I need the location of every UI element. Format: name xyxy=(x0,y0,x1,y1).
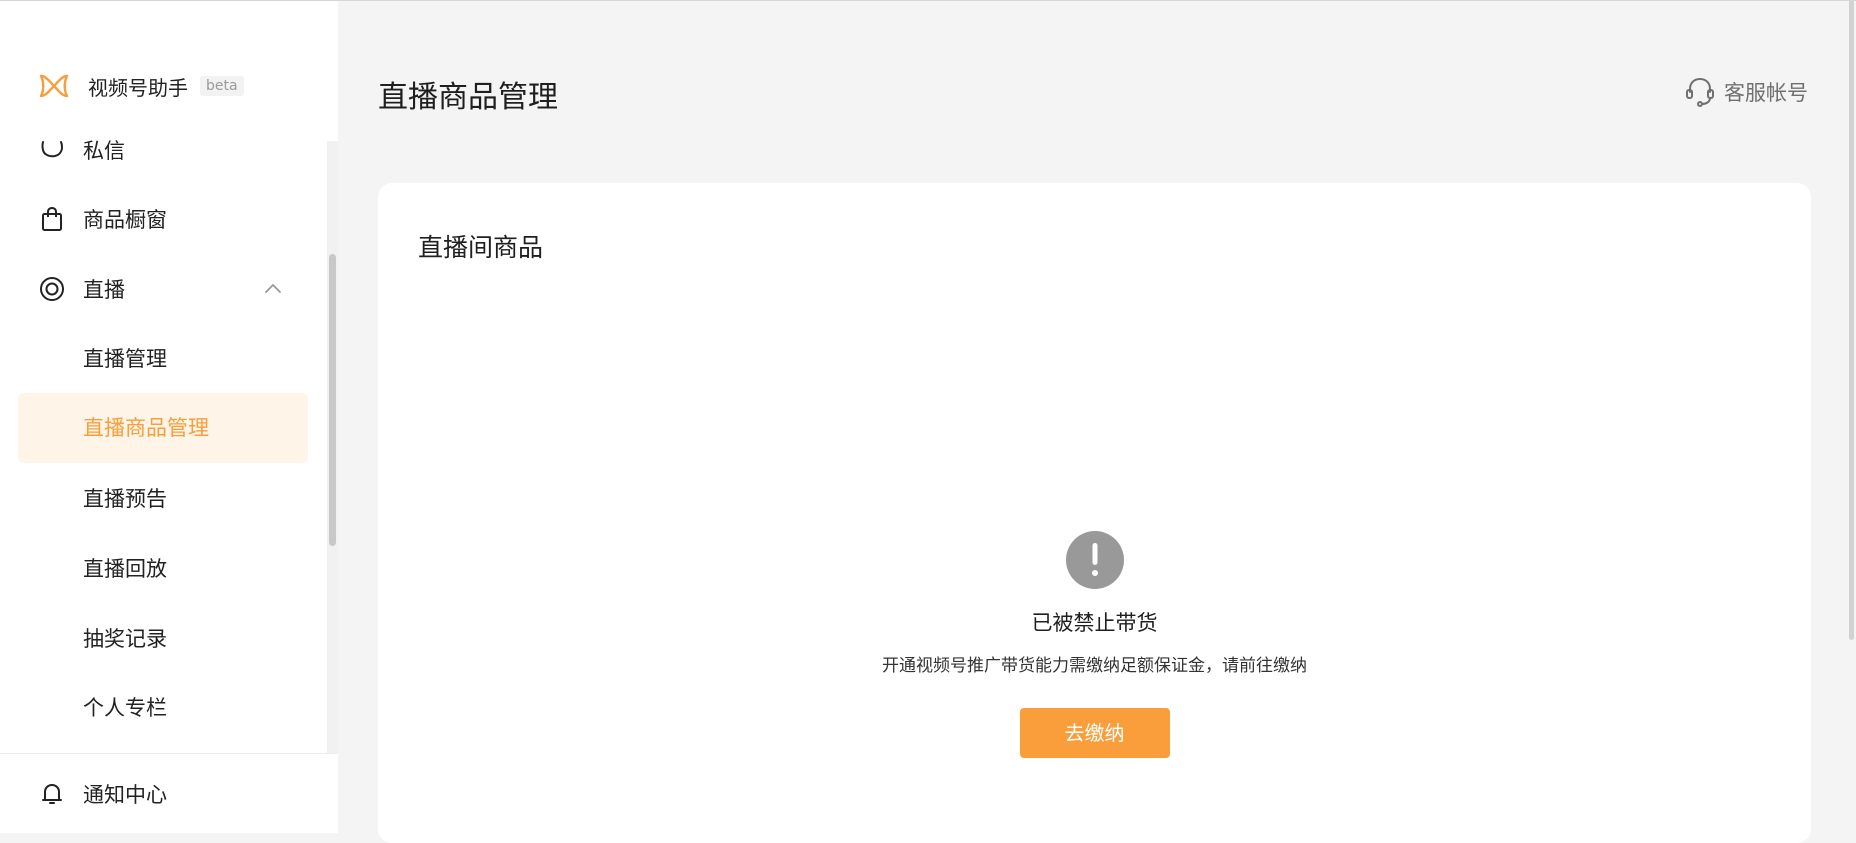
exclamation-icon xyxy=(1065,531,1124,589)
sidebar-footer: 通知中心 xyxy=(0,753,338,833)
sidebar-item-label: 私信 xyxy=(83,139,125,163)
sidebar-item-label: 商品橱窗 xyxy=(83,208,167,232)
sidebar-item-label: 个人专栏 xyxy=(83,696,167,720)
page-scrollbar-thumb[interactable] xyxy=(1849,0,1854,640)
customer-service-label: 客服帐号 xyxy=(1724,81,1808,105)
page-title: 直播商品管理 xyxy=(378,80,558,115)
chevron-up-icon[interactable] xyxy=(262,278,284,300)
window-top-border xyxy=(0,0,1856,1)
channels-logo-icon xyxy=(39,74,69,98)
sidebar-item-label: 直播管理 xyxy=(83,347,167,371)
headset-icon xyxy=(1686,77,1714,107)
empty-state-title: 已被禁止带货 xyxy=(1031,611,1158,635)
sidebar-item-personal-column[interactable]: 个人专栏 xyxy=(0,672,338,742)
empty-state-description: 开通视频号推广带货能力需缴纳足额保证金，请前往缴纳 xyxy=(882,656,1307,676)
live-products-card: 直播间商品 已被禁止带货 开通视频号推广带货能力需缴纳足额保证金，请前往缴纳 去… xyxy=(378,183,1811,843)
customer-service-link[interactable]: 客服帐号 xyxy=(1684,74,1808,110)
chat-bubble-icon xyxy=(41,141,64,158)
sidebar-item-label: 通知中心 xyxy=(83,783,167,807)
brand[interactable]: 视频号助手 beta xyxy=(38,68,244,104)
sidebar-item-label: 直播回放 xyxy=(83,557,167,581)
empty-state: 已被禁止带货 开通视频号推广带货能力需缴纳足额保证金，请前往缴纳 去缴纳 xyxy=(378,531,1811,758)
sidebar-item-lottery-records[interactable]: 抽奖记录 xyxy=(0,603,338,673)
beta-badge: beta xyxy=(200,76,244,96)
sidebar-item-live-product-management[interactable]: 直播商品管理 xyxy=(18,393,308,463)
sidebar-item-notifications[interactable]: 通知中心 xyxy=(0,754,338,833)
sidebar-item-showcase[interactable]: 商品橱窗 xyxy=(0,184,338,254)
pay-deposit-button[interactable]: 去缴纳 xyxy=(1019,708,1170,758)
live-circle-icon xyxy=(40,277,64,301)
sidebar-item-label: 直播预告 xyxy=(83,487,167,511)
brand-name: 视频号助手 xyxy=(88,75,188,100)
card-title: 直播间商品 xyxy=(418,233,544,262)
sidebar-item-label: 抽奖记录 xyxy=(83,627,167,651)
sidebar-item-label: 直播 xyxy=(83,278,125,302)
sidebar-item-live-preview[interactable]: 直播预告 xyxy=(0,463,338,533)
sidebar-item-live-management[interactable]: 直播管理 xyxy=(0,323,338,393)
shopping-bag-icon xyxy=(42,206,62,231)
bell-icon xyxy=(42,784,62,804)
sidebar-item-label: 直播商品管理 xyxy=(83,416,209,440)
sidebar-scrollbar-thumb[interactable] xyxy=(329,254,336,546)
sidebar: 视频号助手 beta 私信 商品橱窗 直播 直播管理 直播商品管理 直播预告 直… xyxy=(0,0,338,833)
sidebar-item-messages[interactable]: 私信 xyxy=(0,115,338,185)
sidebar-item-live-replay[interactable]: 直播回放 xyxy=(0,533,338,603)
sidebar-item-live[interactable]: 直播 xyxy=(0,254,338,324)
